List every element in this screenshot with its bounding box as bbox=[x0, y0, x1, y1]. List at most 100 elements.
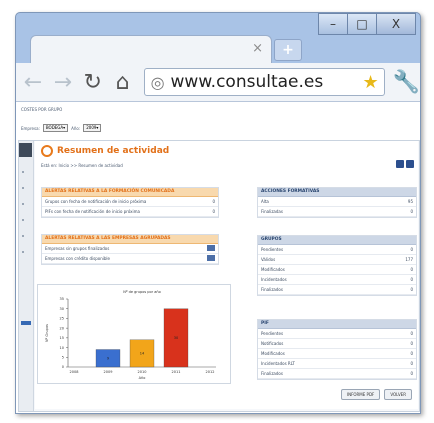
anio-select[interactable]: 2009▾ bbox=[83, 124, 102, 132]
row-value: 0 bbox=[410, 351, 413, 356]
filter-bar: Empresa: BODEGA▾ Año: 2009▾ bbox=[21, 124, 102, 132]
sidebar-item[interactable] bbox=[22, 171, 24, 173]
y-tick-label: 10 bbox=[60, 346, 64, 350]
informe-pdf-button[interactable]: INFORME PDF bbox=[340, 389, 381, 400]
row-label: Modificados bbox=[261, 351, 285, 356]
bar-chart-svg: Nº de grupos por año 0 5 10 15 20 25 30 35 2008 20… bbox=[45, 290, 216, 380]
list-item: Incidentados RLT 0 bbox=[258, 359, 416, 369]
browser-window: – □ X × + ← → ↻ ⌂ ◎ www.consultae.es ★ 🔧… bbox=[15, 12, 421, 414]
url-text: www.consultae.es bbox=[170, 72, 324, 92]
empresa-select[interactable]: BODEGA▾ bbox=[42, 124, 69, 132]
row-label: Pendientes bbox=[261, 247, 284, 252]
list-item: Válidos 177 bbox=[258, 255, 416, 265]
activity-icon bbox=[41, 145, 53, 157]
x-tick-label: 2010 bbox=[138, 370, 147, 374]
panel-title: GRUPOS bbox=[258, 236, 416, 245]
forward-arrow-icon[interactable]: → bbox=[50, 70, 76, 95]
pif-panel: PIF Pendientes 0 Notificados 0 Modificados… bbox=[257, 319, 417, 380]
x-tick-label: 2012 bbox=[206, 370, 215, 374]
y-axis-label: Nº Grupos bbox=[45, 324, 49, 342]
list-item: Finalizadas 0 bbox=[258, 207, 416, 217]
sidebar-scroll[interactable] bbox=[21, 321, 31, 325]
row-value: 0 bbox=[410, 331, 413, 336]
left-sidebar bbox=[19, 141, 34, 411]
list-item: Modificados 0 bbox=[258, 265, 416, 275]
window-controls: – □ X bbox=[318, 13, 416, 35]
list-item: Finalizados 0 bbox=[258, 369, 416, 379]
breadcrumb: Está en: Inicio >> Resumen de actividad bbox=[41, 163, 123, 168]
alertas-empresas-panel: ALERTAS RELATIVAS A LAS EMPRESAS AGRUPAD… bbox=[41, 234, 219, 265]
row-value: 0 bbox=[410, 361, 413, 366]
acciones-panel: ACCIONES FORMATIVAS Alta 95 Finalizadas … bbox=[257, 187, 417, 218]
bar-value-label: 9 bbox=[107, 356, 109, 360]
row-value: 0 bbox=[410, 341, 413, 346]
section-header: COSTES POR GRUPO bbox=[21, 107, 63, 112]
wrench-menu-icon[interactable]: 🔧 bbox=[393, 70, 420, 95]
list-item: Incidentados 0 bbox=[258, 275, 416, 285]
browser-toolbar: ← → ↻ ⌂ ◎ www.consultae.es ★ 🔧 bbox=[16, 63, 420, 102]
row-label: Modificados bbox=[261, 267, 285, 272]
close-window-button[interactable]: X bbox=[376, 13, 416, 35]
row-label: Notificados bbox=[261, 341, 284, 346]
row-value: 0 bbox=[410, 209, 413, 214]
tab-strip: × + bbox=[16, 35, 420, 64]
x-tick-label: 2008 bbox=[70, 370, 79, 374]
volver-button[interactable]: VOLVER bbox=[384, 389, 412, 400]
bar-value-label: 14 bbox=[140, 352, 145, 356]
back-arrow-icon[interactable]: ← bbox=[20, 70, 46, 95]
row-value: 95 bbox=[407, 199, 413, 204]
page-title: Resumen de actividad bbox=[41, 145, 169, 157]
minimize-button[interactable]: – bbox=[318, 13, 348, 35]
chart-title: Nº de grupos por año bbox=[123, 290, 160, 294]
panel-title: PIF bbox=[258, 320, 416, 329]
document-icon[interactable] bbox=[207, 255, 215, 261]
home-icon[interactable]: ⌂ bbox=[110, 70, 136, 95]
y-tick-label: 35 bbox=[60, 297, 64, 301]
list-item: Pendientes 0 bbox=[258, 329, 416, 339]
y-tick-label: 0 bbox=[62, 365, 64, 369]
grupos-por-anio-chart: Nº de grupos por año 0 5 10 15 20 25 30 35 2008 20… bbox=[37, 284, 231, 384]
row-label: PIFs con fecha de notificación de inicio… bbox=[45, 209, 140, 214]
tab-close-icon[interactable]: × bbox=[252, 41, 263, 56]
list-item: Notificados 0 bbox=[258, 339, 416, 349]
print-icon[interactable] bbox=[406, 160, 414, 168]
alertas-formacion-panel: ALERTAS RELATIVAS A LA FORMACIÓN COMUNIC… bbox=[41, 187, 219, 218]
list-item: Empresas sin grupos finalizados bbox=[42, 244, 218, 254]
address-bar[interactable]: ◎ www.consultae.es ★ bbox=[143, 68, 385, 96]
row-value: 0 bbox=[410, 267, 413, 272]
y-tick-label: 20 bbox=[60, 326, 64, 330]
anio-label: Año: bbox=[71, 125, 81, 131]
grupos-panel: GRUPOS Pendientes 0 Válidos 177 Modificado… bbox=[257, 235, 417, 296]
list-item: Finalizados 0 bbox=[258, 285, 416, 295]
panel-title: ALERTAS RELATIVAS A LA FORMACIÓN COMUNIC… bbox=[42, 188, 218, 197]
bar-value-label: 30 bbox=[174, 336, 178, 340]
row-value: 0 bbox=[212, 199, 215, 204]
row-value: 0 bbox=[212, 209, 215, 214]
sidebar-item[interactable] bbox=[22, 203, 24, 205]
new-tab-button[interactable]: + bbox=[274, 39, 302, 61]
page-title-text: Resumen de actividad bbox=[57, 146, 170, 156]
sidebar-item[interactable] bbox=[22, 187, 24, 189]
bookmark-star-icon[interactable]: ★ bbox=[362, 72, 378, 93]
row-label: Incidentados RLT bbox=[261, 361, 295, 366]
globe-icon: ◎ bbox=[150, 72, 165, 92]
help-icon[interactable] bbox=[396, 160, 404, 168]
row-label: Incidentados bbox=[261, 277, 287, 282]
reload-icon[interactable]: ↻ bbox=[80, 70, 106, 95]
sidebar-header bbox=[19, 143, 32, 157]
empresa-label: Empresa: bbox=[21, 125, 40, 131]
web-page: COSTES POR GRUPO Empresa: BODEGA▾ Año: 2… bbox=[16, 102, 420, 413]
row-value: 0 bbox=[410, 277, 413, 282]
browser-tab[interactable]: × bbox=[30, 35, 272, 64]
sidebar-item[interactable] bbox=[22, 235, 24, 237]
row-label: Pendientes bbox=[261, 331, 284, 336]
document-icon[interactable] bbox=[207, 245, 215, 251]
sidebar-item[interactable] bbox=[22, 251, 24, 253]
sidebar-item[interactable] bbox=[22, 219, 24, 221]
row-value: 177 bbox=[405, 257, 413, 262]
panel-title: ALERTAS RELATIVAS A LAS EMPRESAS AGRUPAD… bbox=[42, 235, 218, 244]
panel-title: ACCIONES FORMATIVAS bbox=[258, 188, 416, 197]
y-tick-label: 25 bbox=[60, 317, 64, 321]
row-label: Válidos bbox=[261, 257, 276, 262]
maximize-button[interactable]: □ bbox=[347, 13, 377, 35]
